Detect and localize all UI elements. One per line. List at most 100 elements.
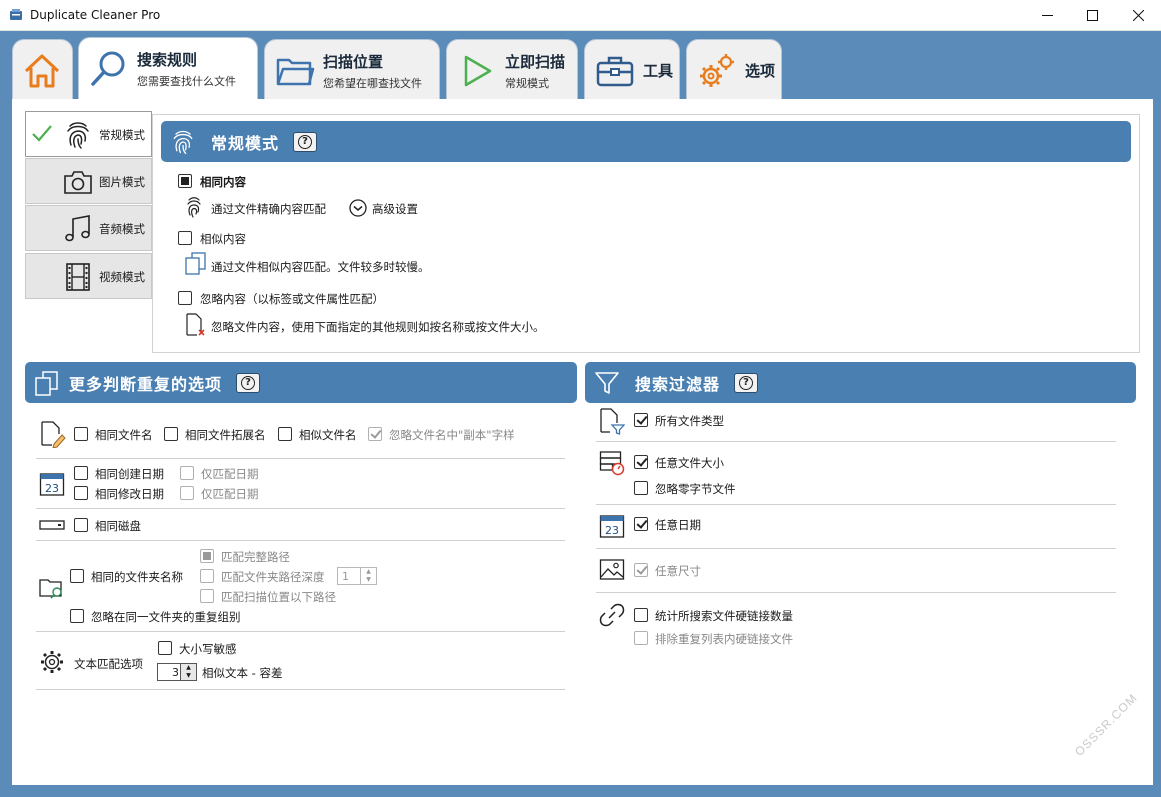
title-bar: Duplicate Cleaner Pro [0, 0, 1161, 31]
svg-text:23: 23 [605, 524, 619, 537]
any-date-checkbox[interactable] [634, 517, 648, 531]
mode-audio[interactable]: 音频模式 [25, 205, 152, 251]
mode-normal[interactable]: 常规模式 [25, 111, 152, 157]
fingerprint-icon [173, 130, 193, 154]
svg-text:23: 23 [45, 482, 59, 495]
text-tolerance-stepper[interactable]: 3 ▲ ▼ [157, 663, 197, 681]
tab-subtitle: 您需要查找什么文件 [137, 75, 236, 88]
match-path-depth-radio[interactable] [200, 569, 214, 583]
same-extension-checkbox[interactable] [164, 427, 178, 441]
folder-search-icon [39, 579, 62, 599]
mode-label: 视频模式 [99, 270, 145, 284]
stepper-up-icon[interactable]: ▲ [181, 664, 196, 672]
mode-panel-title: 常规模式 [211, 133, 280, 153]
disk-drive-icon [39, 520, 65, 530]
watermark-text: OSSSR.COM [1072, 690, 1141, 759]
more-options-header: 更多判断重复的选项 ? [25, 362, 577, 403]
any-dimension-checkbox[interactable] [634, 563, 648, 577]
text-tolerance-value: 3 [172, 666, 179, 679]
ignore-zero-byte-checkbox[interactable] [634, 481, 648, 495]
play-icon [464, 55, 492, 86]
same-content-radio[interactable] [178, 174, 192, 188]
match-full-path-radio[interactable] [200, 549, 214, 563]
stepper-up-icon[interactable]: ▲ [361, 568, 376, 576]
tab-options[interactable]: 选项 [686, 39, 782, 101]
calendar-icon: 23 [39, 473, 65, 496]
similar-filename-checkbox[interactable] [278, 427, 292, 441]
tab-search-rules[interactable]: 搜索规则 您需要查找什么文件 [78, 37, 258, 100]
path-depth-value: 1 [342, 570, 349, 583]
fingerprint-icon [187, 197, 201, 218]
tab-title: 搜索规则 [137, 51, 198, 69]
case-sensitive-checkbox[interactable] [158, 641, 172, 655]
divider [36, 508, 565, 509]
any-dimension-label: 任意尺寸 [655, 564, 701, 578]
date-only-created-label: 仅匹配日期 [201, 467, 259, 481]
divider [36, 631, 565, 632]
copy-files-icon [35, 370, 58, 396]
ignore-content-label: 忽略内容（以标签或文件属性匹配） [200, 292, 384, 306]
content-area: 常规模式 图片模式 音频模式 视频模式 常规模式 ? 相同内容 通过文件精确内容… [12, 99, 1153, 785]
same-modified-label: 相同修改日期 [95, 487, 164, 501]
ignore-content-radio[interactable] [178, 291, 192, 305]
ignore-copy-checkbox[interactable] [368, 427, 382, 441]
question-icon: ? [739, 375, 754, 390]
tab-scan-now[interactable]: 立即扫描 常规模式 [446, 39, 578, 101]
all-file-types-label: 所有文件类型 [655, 414, 724, 428]
copy-files-icon [185, 252, 206, 275]
mode-label: 音频模式 [99, 222, 145, 236]
divider [36, 689, 565, 690]
ignore-zero-byte-label: 忽略零字节文件 [655, 482, 736, 496]
maximize-icon [1086, 10, 1098, 21]
same-filename-label: 相同文件名 [95, 428, 153, 442]
gear-icon [41, 651, 63, 673]
ignore-same-folder-checkbox[interactable] [70, 609, 84, 623]
divider [596, 592, 1116, 593]
minimize-button[interactable] [1024, 0, 1070, 31]
stepper-down-icon[interactable]: ▼ [181, 672, 196, 680]
similar-content-radio[interactable] [178, 231, 192, 245]
advanced-settings-link[interactable]: 高级设置 [372, 201, 418, 217]
help-button[interactable]: ? [734, 372, 759, 393]
chevron-down-circle-icon[interactable] [349, 199, 367, 217]
exclude-hardlinks-checkbox[interactable] [634, 631, 648, 645]
file-filter-icon [600, 408, 625, 435]
same-filename-checkbox[interactable] [74, 427, 88, 441]
mode-image[interactable]: 图片模式 [25, 158, 152, 204]
similar-content-desc: 通过文件相似内容匹配。文件较多时较慢。 [211, 260, 430, 274]
any-size-checkbox[interactable] [634, 455, 648, 469]
divider [596, 441, 1116, 442]
tab-scan-location[interactable]: 扫描位置 您希望在哪查找文件 [264, 39, 440, 101]
help-button[interactable]: ? [293, 131, 318, 152]
date-only-created-checkbox[interactable] [180, 466, 194, 480]
mode-video[interactable]: 视频模式 [25, 253, 152, 299]
divider [36, 458, 565, 459]
tab-subtitle: 常规模式 [505, 76, 549, 90]
same-modified-checkbox[interactable] [74, 486, 88, 500]
toolbox-icon [596, 56, 634, 86]
path-depth-stepper[interactable]: 1 ▲ ▼ [337, 567, 377, 585]
tab-tools[interactable]: 工具 [584, 39, 680, 101]
same-folder-name-checkbox[interactable] [70, 569, 84, 583]
all-file-types-checkbox[interactable] [634, 413, 648, 427]
close-icon [1132, 10, 1144, 21]
same-created-checkbox[interactable] [74, 466, 88, 480]
match-below-scan-radio[interactable] [200, 589, 214, 603]
filter-icon [595, 371, 619, 394]
link-icon [599, 603, 625, 627]
question-icon: ? [241, 375, 256, 390]
close-button[interactable] [1115, 0, 1161, 31]
same-extension-label: 相同文件拓展名 [185, 428, 266, 442]
similar-content-label: 相似内容 [200, 232, 246, 246]
count-hardlinks-checkbox[interactable] [634, 608, 648, 622]
tab-home[interactable] [12, 39, 73, 101]
match-below-scan-label: 匹配扫描位置以下路径 [221, 590, 336, 604]
any-date-label: 任意日期 [655, 518, 701, 532]
date-only-modified-checkbox[interactable] [180, 486, 194, 500]
stepper-down-icon[interactable]: ▼ [361, 576, 376, 584]
text-match-label: 文本匹配选项 [74, 657, 143, 671]
maximize-button[interactable] [1069, 0, 1115, 31]
help-button[interactable]: ? [236, 372, 261, 393]
same-disk-checkbox[interactable] [74, 518, 88, 532]
similar-filename-label: 相似文件名 [299, 428, 357, 442]
